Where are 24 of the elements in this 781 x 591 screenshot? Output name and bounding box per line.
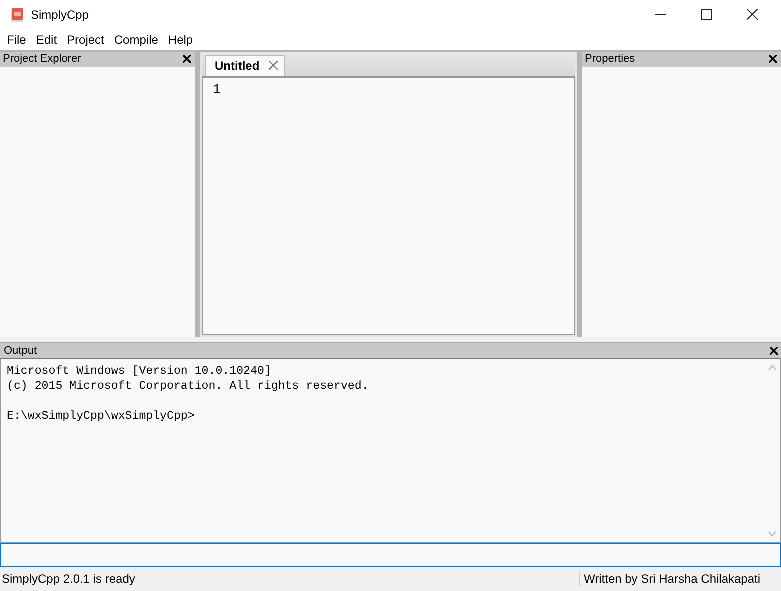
- status-text: Written by Sri Harsha Chilakapati: [579, 572, 781, 586]
- window-title: SimplyCpp: [31, 8, 90, 22]
- console-line: Microsoft Windows [Version 10.0.10240]: [7, 365, 272, 378]
- close-icon[interactable]: [769, 55, 777, 64]
- menu-item[interactable]: Edit: [31, 32, 62, 47]
- panel-title: Properties: [585, 53, 636, 66]
- panel-title: Project Explorer: [3, 53, 82, 66]
- close-icon[interactable]: [770, 346, 778, 355]
- close-icon[interactable]: [183, 55, 191, 64]
- editor-tab[interactable]: Untitled: [205, 54, 285, 76]
- console-prompt: E:\wxSimplyCpp\wxSimplyCpp>: [7, 410, 195, 424]
- menu-item[interactable]: File: [2, 32, 32, 47]
- app-icon: [9, 6, 25, 23]
- maximize-icon[interactable]: [701, 9, 712, 20]
- status-text: SimplyCpp 2.0.1 is ready: [1, 572, 136, 586]
- menu-item[interactable]: Project: [62, 32, 110, 47]
- menu-item[interactable]: Compile: [109, 32, 164, 47]
- code-editor[interactable]: 1: [202, 78, 575, 336]
- console-line: (c) 2015 Microsoft Corporation. All rights reserved.: [7, 380, 369, 394]
- command-input[interactable]: [0, 543, 781, 568]
- line-number: 1: [213, 82, 221, 97]
- menu-item[interactable]: Help: [163, 32, 198, 47]
- panel-title: Output: [4, 344, 38, 357]
- close-icon[interactable]: [747, 9, 758, 20]
